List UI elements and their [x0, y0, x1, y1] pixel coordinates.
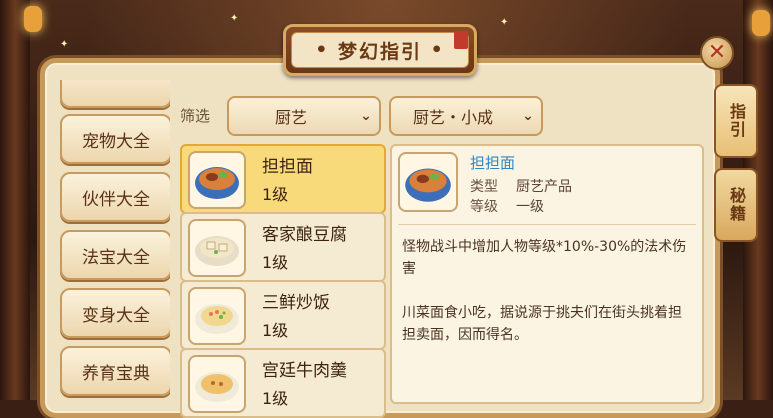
close-button[interactable]: ✕: [700, 36, 734, 70]
category-item-partial[interactable]: [60, 80, 170, 108]
sparkle-icon: ✦: [500, 17, 509, 28]
noodle-bowl-icon: [188, 151, 246, 209]
detail-description-text: 川菜面食小吃，据说源于挑夫们在街头挑着担担卖面，因而得名。: [402, 305, 682, 343]
lantern-icon: [752, 10, 770, 36]
title-plaque: • 梦幻指引 •: [283, 24, 477, 76]
filter-label: 筛选: [180, 107, 211, 125]
detail-type-row: 类型 厨艺产品: [470, 179, 572, 195]
item-name: 三鲜炒饭: [262, 293, 330, 313]
item-name: 担担面: [262, 157, 313, 177]
title-dot: •: [422, 39, 445, 61]
tofu-dish-icon: [188, 219, 246, 277]
item-level: 1级: [262, 253, 289, 272]
tab-guide[interactable]: 指引: [714, 84, 758, 158]
lantern-icon: [24, 6, 42, 32]
sparkle-icon: ✦: [230, 13, 239, 24]
detail-item-name: 担担面: [470, 154, 516, 172]
left-pillar: [0, 0, 30, 400]
tab-secrets[interactable]: 秘籍: [714, 168, 758, 242]
category-item-nurture[interactable]: 养育宝典: [60, 346, 170, 396]
beef-soup-icon: [188, 355, 246, 413]
chevron-down-icon: ⌄: [360, 108, 372, 124]
item-detail-pane: 担担面 类型 厨艺产品 等级 一级 怪物战斗中增加人物等级*10%-30%的法术伤害…: [390, 144, 704, 404]
item-level: 1级: [262, 321, 289, 340]
filter-secondary-dropdown[interactable]: 厨艺・小成 ⌄: [389, 96, 543, 136]
fried-rice-icon: [188, 287, 246, 345]
detail-level-row: 等级 一级: [470, 199, 544, 215]
category-item-pets[interactable]: 宠物大全: [60, 114, 170, 164]
seal-stamp: [454, 31, 468, 49]
item-name: 宫廷牛肉羹: [262, 361, 347, 381]
close-icon: ✕: [707, 40, 727, 65]
title-dot: •: [315, 39, 338, 61]
list-item[interactable]: 客家酿豆腐 1级: [180, 212, 386, 282]
detail-effect-text: 怪物战斗中增加人物等级*10%-30%的法术伤害: [402, 239, 687, 277]
noodle-bowl-icon: [398, 152, 458, 212]
chevron-down-icon: ⌄: [522, 108, 534, 124]
sparkle-icon: ✦: [60, 39, 69, 50]
item-level: 1级: [262, 389, 289, 408]
item-level: 1级: [262, 185, 289, 204]
category-item-treasures[interactable]: 法宝大全: [60, 230, 170, 280]
category-item-transforms[interactable]: 变身大全: [60, 288, 170, 338]
divider: [398, 224, 696, 225]
list-item[interactable]: 宫廷牛肉羹 1级: [180, 348, 386, 418]
filter-primary-dropdown[interactable]: 厨艺 ⌄: [227, 96, 381, 136]
window-title: • 梦幻指引 •: [291, 32, 469, 68]
item-name: 客家酿豆腐: [262, 225, 347, 245]
category-item-partners[interactable]: 伙伴大全: [60, 172, 170, 222]
list-item[interactable]: 三鲜炒饭 1级: [180, 280, 386, 350]
category-list[interactable]: 宠物大全 伙伴大全 法宝大全 变身大全 养育宝典: [60, 80, 170, 400]
list-item[interactable]: 担担面 1级: [180, 144, 386, 214]
